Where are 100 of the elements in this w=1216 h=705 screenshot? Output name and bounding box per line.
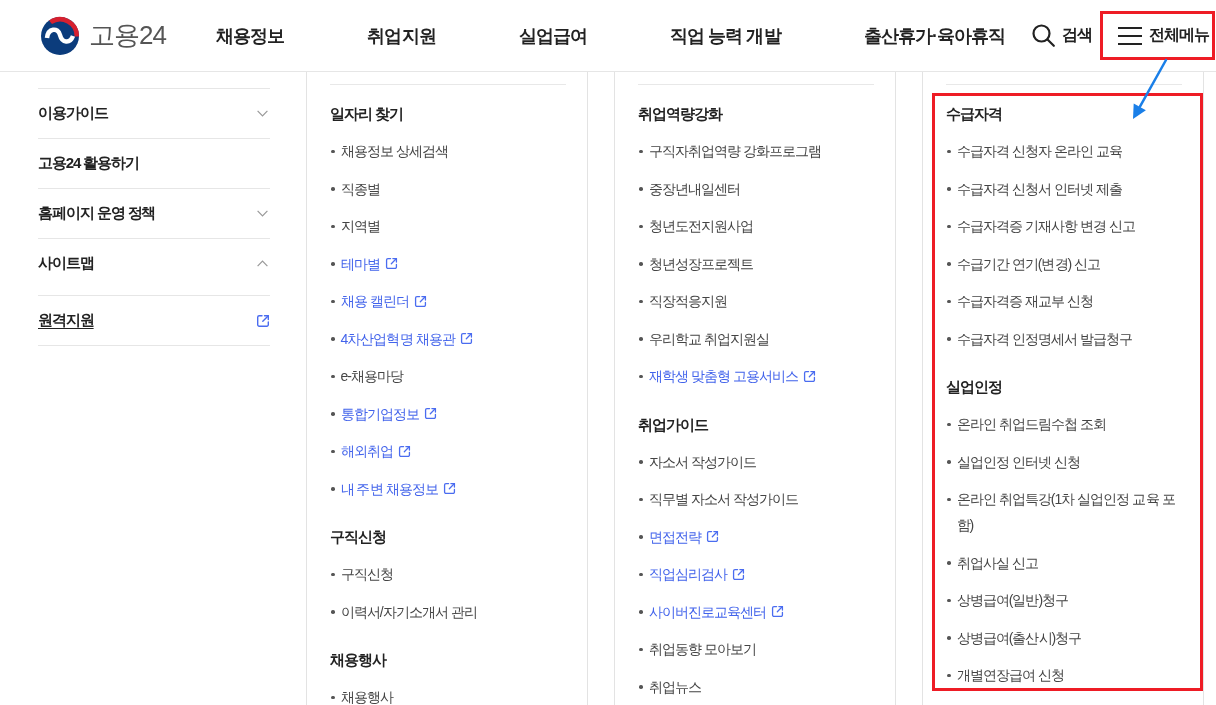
bullet-icon — [639, 374, 643, 378]
menu-link[interactable]: e-채용마당 — [340, 363, 404, 389]
menu-link[interactable]: 수급자격 신청자 온라인 교육 — [956, 138, 1122, 164]
bullet-icon — [331, 374, 335, 378]
menu-link[interactable]: 수급자격 인정명세서 발급청구 — [956, 325, 1133, 352]
menu-link[interactable]: 직업심리검사 — [648, 561, 745, 587]
external-link-icon — [459, 332, 473, 345]
menu-link[interactable]: 구직신청 — [340, 561, 393, 587]
menu-link[interactable]: 직종별 — [340, 175, 380, 202]
bullet-icon — [331, 610, 335, 614]
bullet-icon — [639, 685, 643, 689]
menu-link[interactable]: 재학생 맞춤형 고용서비스 — [648, 363, 816, 389]
bullet-icon — [947, 337, 951, 341]
bullet-icon — [331, 487, 335, 491]
external-link-icon — [423, 407, 437, 420]
section-heading: 실업인정 — [946, 378, 1003, 397]
menu-link[interactable]: 우리학교 취업지원실 — [648, 325, 769, 352]
menu-link[interactable]: 내 주변 채용정보 — [340, 475, 456, 502]
bullet-icon — [947, 262, 951, 266]
menu-link[interactable]: 취업사실 신고 — [956, 549, 1038, 576]
menu-link[interactable]: 수급자격증 기재사항 변경 신고 — [956, 213, 1135, 239]
menu-link[interactable]: 청년성장프로젝트 — [648, 250, 753, 277]
external-link-icon — [770, 605, 784, 618]
bullet-icon — [947, 149, 951, 153]
menu-link[interactable]: 온라인 취업드림수첩 조회 — [956, 411, 1106, 437]
bullet-icon — [639, 535, 643, 539]
menu-link[interactable]: 직장적응지원 — [648, 288, 727, 314]
bullet-icon — [331, 149, 335, 153]
bullet-icon — [331, 449, 335, 453]
bullet-icon — [947, 673, 951, 677]
menu-link[interactable]: 직무별 자소서 작성가이드 — [648, 486, 798, 512]
menu-link[interactable]: 이력서/자기소개서 관리 — [340, 598, 477, 625]
sidebar-item[interactable]: 사이트맵 — [38, 239, 270, 296]
menu-link[interactable]: 구직자취업역량 강화프로그램 — [648, 138, 822, 164]
external-link-icon — [413, 294, 427, 308]
sidebar-item[interactable]: 고용24 활용하기 — [38, 139, 270, 189]
sidebar-item[interactable]: 홈페이지 운영 정책 — [38, 189, 270, 239]
bullet-icon — [947, 224, 951, 228]
section-heading: 취업역량강화 — [638, 105, 723, 124]
section-heading: 채용행사 — [330, 651, 388, 670]
bullet-icon — [639, 610, 643, 614]
bullet-icon — [331, 412, 335, 416]
menu-link[interactable]: 사이버진로교육센터 — [648, 598, 784, 625]
external-link-icon — [442, 482, 456, 495]
search-icon — [1031, 24, 1055, 47]
menu-link[interactable]: 실업인정 인터넷 신청 — [956, 448, 1080, 475]
sidebar-item[interactable]: 이용가이드 — [38, 89, 270, 139]
nav-link[interactable]: 채용정보 — [215, 23, 285, 48]
nav-link[interactable]: 직업 능력 개발 — [670, 23, 781, 48]
menu-link[interactable]: 채용행사 — [340, 684, 393, 705]
menu-link[interactable]: 수급자격 신청서 인터넷 제출 — [956, 175, 1122, 202]
bullet-icon — [639, 572, 643, 576]
nav-link[interactable]: 취업지원 — [367, 23, 436, 48]
menu-link[interactable]: 개별연장급여 신청 — [956, 662, 1064, 688]
external-link-icon — [397, 444, 411, 458]
menu-link[interactable]: 테마별 — [340, 250, 398, 277]
menu-link[interactable]: 중장년내일센터 — [648, 175, 740, 202]
bullet-icon — [947, 497, 951, 501]
bullet-icon — [331, 187, 335, 191]
nav-link[interactable]: 출산휴가·육아휴직 — [863, 23, 1006, 48]
bullet-icon — [639, 149, 643, 153]
home-logo-link[interactable]: 고용24 — [40, 15, 166, 56]
section-heading: 수급자격 — [946, 105, 1003, 124]
menu-link[interactable]: 자소서 작성가이드 — [648, 448, 756, 475]
menu-link[interactable]: 수급자격증 재교부 신청 — [956, 288, 1093, 314]
sidebar-item[interactable]: 원격지원 — [38, 296, 270, 346]
bullet-icon — [639, 647, 643, 651]
menu-link[interactable]: 온라인 취업특강(1차 실업인정 교육 포함) — [956, 486, 1182, 538]
section-heading: 구직신청 — [330, 528, 387, 547]
menu-link[interactable]: 4차산업혁명 채용관 — [340, 325, 473, 352]
bullet-icon — [947, 299, 951, 303]
menu-link[interactable]: 해외취업 — [340, 438, 411, 464]
bullet-icon — [331, 299, 335, 303]
menu-link[interactable]: 상병급여(일반)청구 — [956, 587, 1069, 613]
menu-link[interactable]: 면접전략 — [648, 523, 719, 550]
external-link-icon — [705, 530, 719, 543]
bullet-icon — [639, 299, 643, 303]
menu-link[interactable]: 통합기업정보 — [340, 400, 437, 427]
menu-link[interactable]: 취업뉴스 — [648, 673, 701, 700]
bullet-icon — [331, 337, 335, 341]
menu-link[interactable]: 채용정보 상세검색 — [340, 138, 448, 164]
bullet-icon — [947, 636, 951, 640]
external-link-icon — [384, 257, 398, 270]
menu-link[interactable]: 취업동향 모아보기 — [648, 636, 756, 662]
menu-link[interactable]: 채용 캘린더 — [340, 288, 427, 314]
all-menu-button[interactable]: 전체메뉴 — [1100, 11, 1215, 60]
menu-link[interactable]: 지역별 — [340, 213, 380, 239]
bullet-icon — [331, 695, 335, 699]
bullet-icon — [947, 561, 951, 565]
nav-link[interactable]: 실업급여 — [518, 23, 588, 48]
external-link-icon — [731, 567, 745, 581]
bullet-icon — [639, 337, 643, 341]
menu-link[interactable]: 청년도전지원사업 — [648, 213, 753, 239]
external-link-icon — [256, 313, 270, 328]
menu-link[interactable]: 상병급여(출산시)청구 — [956, 624, 1082, 651]
bullet-icon — [639, 224, 643, 228]
menu-link[interactable]: 수급기간 연기(변경) 신고 — [956, 250, 1101, 277]
bullet-icon — [331, 572, 335, 576]
bullet-icon — [639, 460, 643, 464]
search-button[interactable]: 검색 — [1031, 24, 1092, 47]
